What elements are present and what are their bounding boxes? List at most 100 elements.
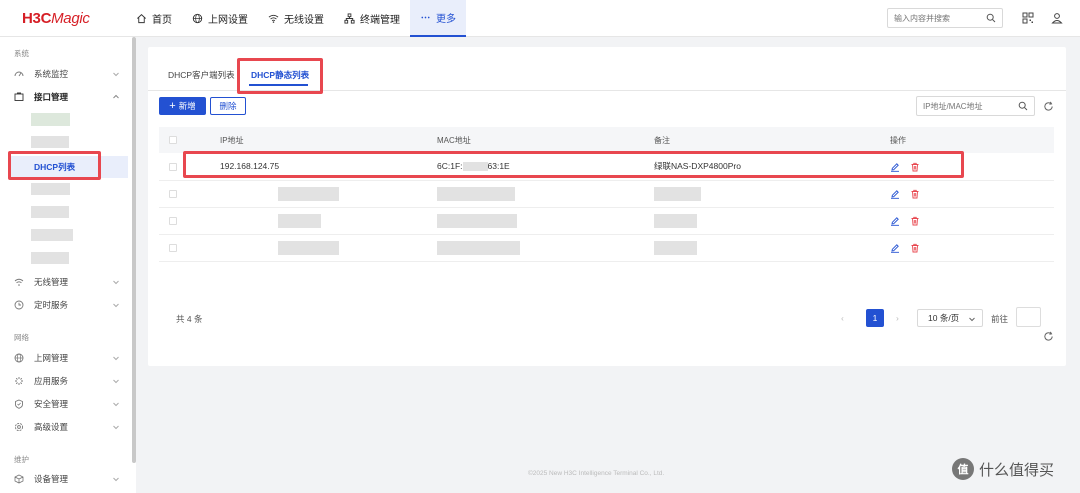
add-button-label: 新增: [178, 101, 196, 111]
prev-page-button[interactable]: ‹: [841, 309, 855, 327]
global-search[interactable]: [887, 8, 1003, 28]
sidebar-item-advanced-label: 高级设置: [34, 422, 69, 432]
table-row: [159, 207, 1054, 235]
top-bar: H3CMagic 首页 上网设置 无线设置 终端管理 更多: [0, 0, 1080, 37]
row-checkbox[interactable]: [169, 244, 177, 253]
trash-icon[interactable]: [910, 216, 920, 226]
refresh-icon[interactable]: [1043, 101, 1054, 112]
cell-actions: [890, 234, 1054, 262]
sidebar-scrollbar[interactable]: [132, 37, 136, 463]
trash-icon[interactable]: [910, 189, 920, 199]
sidebar-item-redacted[interactable]: [31, 252, 69, 264]
chevron-down-icon: [113, 379, 119, 384]
apps-icon: [15, 377, 23, 385]
delete-button-label: 删除: [219, 101, 237, 111]
header-mac: MAC地址: [437, 127, 654, 153]
nav-devices[interactable]: 终端管理: [334, 0, 410, 37]
add-button[interactable]: + 新增: [159, 97, 206, 115]
edit-icon[interactable]: [890, 216, 900, 226]
qr-code-icon[interactable]: [1022, 12, 1034, 24]
sidebar-item-schedule-label: 定时服务: [34, 300, 69, 310]
plus-icon: +: [169, 99, 176, 112]
sidebar-item-security[interactable]: 安全管理: [0, 395, 128, 413]
sidebar-item-interface[interactable]: 接口管理: [0, 88, 128, 106]
global-search-input[interactable]: [888, 9, 978, 27]
watermark-badge-icon: 值: [952, 458, 974, 480]
sidebar-item-redacted[interactable]: [31, 136, 69, 148]
sidebar-item-monitor-label: 系统监控: [34, 69, 69, 79]
chevron-up-icon: [113, 94, 119, 99]
redacted-ip: [278, 213, 321, 228]
edit-icon[interactable]: [890, 189, 900, 199]
nav-internet[interactable]: 上网设置: [182, 0, 258, 37]
devices-icon: [344, 13, 355, 24]
delete-button[interactable]: 删除: [210, 97, 246, 115]
goto-page-input[interactable]: [1016, 307, 1041, 327]
sidebar-item-redacted[interactable]: [31, 183, 70, 195]
chevron-down-icon: [113, 402, 119, 407]
chevron-down-icon: [969, 317, 975, 322]
logo-name: Magic: [51, 10, 90, 27]
sidebar-item-security-label: 安全管理: [34, 399, 69, 409]
next-page-button[interactable]: ›: [896, 309, 910, 327]
watermark-text: 什么值得买: [979, 460, 1055, 479]
ip-mac-filter-input[interactable]: [917, 97, 1012, 115]
user-icon[interactable]: [1051, 12, 1063, 24]
select-all-checkbox[interactable]: [169, 136, 177, 145]
section-system: 系统: [14, 49, 29, 58]
highlight-box-sidebar: [8, 151, 101, 180]
nav-home-label: 首页: [152, 15, 172, 26]
nav-home[interactable]: 首页: [126, 0, 182, 37]
highlight-box-row: [183, 151, 964, 178]
search-icon[interactable]: [986, 13, 996, 23]
sidebar-item-redacted[interactable]: [31, 229, 73, 241]
h3c-magic-logo[interactable]: H3CMagic: [22, 10, 90, 27]
trash-icon[interactable]: [910, 243, 920, 253]
nav-more[interactable]: 更多: [410, 0, 466, 37]
logo-mark: H3C: [22, 10, 52, 27]
interface-icon: [14, 92, 24, 101]
ip-mac-filter[interactable]: [916, 96, 1035, 116]
sidebar-item-monitor[interactable]: 系统监控: [0, 65, 128, 83]
static-dhcp-table: IP地址 MAC地址 备注 操作 192.168.124.75 6C:1F: 63…: [159, 127, 1054, 262]
refresh-icon[interactable]: [1043, 331, 1054, 342]
tab-dhcp-clients[interactable]: DHCP客户端列表: [168, 69, 235, 81]
chevron-down-icon: [113, 280, 119, 285]
page-1-button[interactable]: 1: [866, 309, 884, 327]
copyright-footer: ©2025 New H3C Intelligence Terminal Co.,…: [528, 470, 665, 477]
sidebar: 系统 系统监控 接口管理 DHCP列表 无线管理 定时服务 网络 上网管理 应用…: [0, 37, 136, 493]
cell-actions: [890, 180, 1054, 208]
wifi-icon: [14, 278, 24, 286]
redacted-mac: [437, 213, 517, 228]
sidebar-item-apps[interactable]: 应用服务: [0, 372, 128, 390]
redacted-mac: [437, 240, 520, 255]
sidebar-item-device[interactable]: 设备管理: [0, 470, 128, 488]
sidebar-item-device-label: 设备管理: [34, 474, 69, 484]
edit-icon[interactable]: [890, 243, 900, 253]
sidebar-item-internet[interactable]: 上网管理: [0, 349, 128, 367]
page-size-select[interactable]: 10 条/页: [917, 309, 983, 327]
redacted-note: [654, 240, 697, 255]
sidebar-item-wireless[interactable]: 无线管理: [0, 273, 128, 291]
nav-wireless[interactable]: 无线设置: [258, 0, 334, 37]
row-checkbox[interactable]: [169, 190, 177, 199]
section-network: 网络: [14, 333, 29, 342]
main-nav: 首页 上网设置 无线设置 终端管理 更多: [126, 0, 466, 37]
row-checkbox[interactable]: [169, 163, 177, 171]
nav-internet-label: 上网设置: [208, 15, 248, 26]
header-note: 备注: [654, 127, 890, 153]
header-ip: IP地址: [220, 127, 437, 153]
sidebar-item-apps-label: 应用服务: [34, 376, 69, 386]
sidebar-item-redacted[interactable]: [31, 113, 70, 126]
sidebar-item-advanced[interactable]: 高级设置: [0, 418, 128, 436]
sidebar-item-schedule[interactable]: 定时服务: [0, 296, 128, 314]
row-checkbox[interactable]: [169, 217, 177, 226]
search-icon[interactable]: [1018, 101, 1028, 111]
sidebar-item-redacted[interactable]: [31, 206, 69, 218]
redacted-ip: [278, 240, 339, 255]
sidebar-item-internet-label: 上网管理: [34, 353, 69, 363]
more-icon: [421, 16, 430, 19]
section-maintenance: 维护: [14, 455, 29, 464]
sidebar-item-interface-label: 接口管理: [34, 92, 69, 102]
goto-label: 前往: [991, 314, 1009, 324]
